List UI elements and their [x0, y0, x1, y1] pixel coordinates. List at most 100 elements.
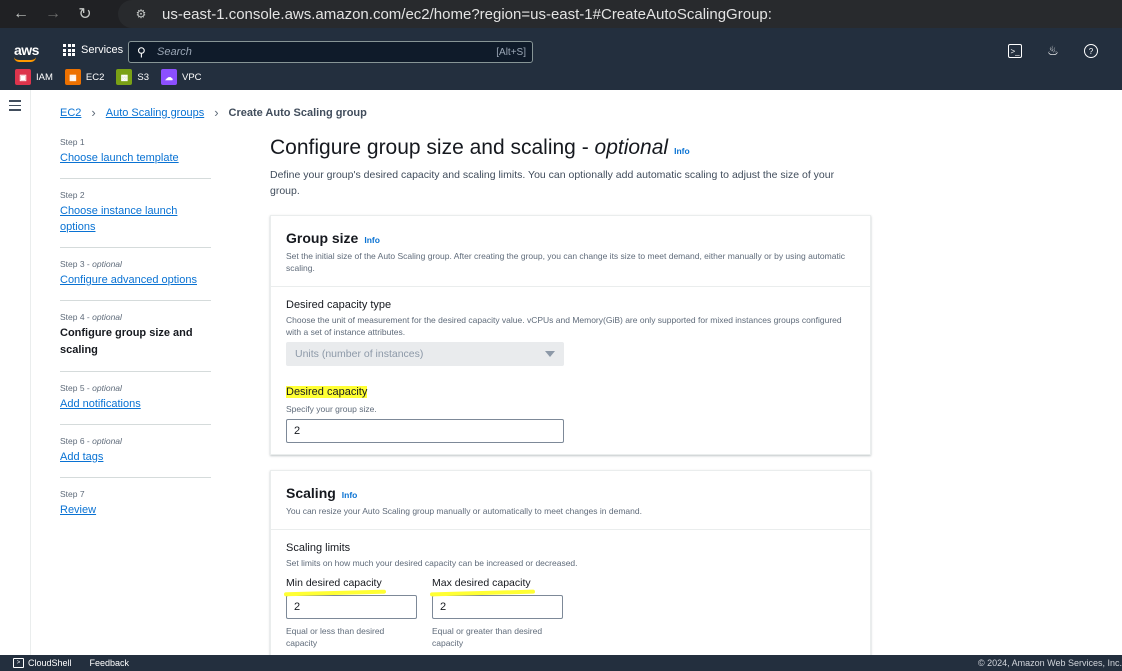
group-size-header: Group size Info Set the initial size of t… — [271, 216, 870, 287]
page-description: Define your group's desired capacity and… — [270, 169, 835, 197]
site-settings-icon[interactable]: ⚙ — [132, 5, 150, 23]
services-menu-button[interactable]: Services — [63, 44, 123, 56]
favorites-bar: ▣ IAM ▦ EC2 ▩ S3 ☁ VPC — [15, 69, 214, 85]
group-size-panel: Group size Info Set the initial size of t… — [270, 215, 871, 455]
breadcrumb-current: Create Auto Scaling group — [228, 106, 367, 119]
search-placeholder: Search — [157, 46, 192, 58]
feedback-button[interactable]: Feedback — [90, 658, 130, 668]
group-size-subtitle: Set the initial size of the Auto Scaling… — [286, 251, 845, 273]
favorite-s3[interactable]: ▩ S3 — [116, 69, 149, 85]
step-label: Step 3 - optional — [60, 259, 122, 269]
capacity-type-description: Choose the unit of measurement for the d… — [286, 315, 842, 337]
aws-logo[interactable]: aws — [14, 42, 39, 62]
step-label: Step 7 — [60, 489, 85, 499]
desired-capacity-label: Desired capacity — [286, 386, 368, 398]
cloudshell-icon[interactable]: >_ — [1008, 44, 1022, 58]
forward-arrow-icon[interactable]: → — [42, 3, 64, 25]
step-label: Step 4 - optional — [60, 312, 122, 322]
search-shortcut: [Alt+S] — [496, 46, 526, 58]
address-bar[interactable]: ⚙ us-east-1.console.aws.amazon.com/ec2/h… — [118, 0, 1122, 28]
max-capacity-input[interactable]: 2 — [432, 595, 563, 619]
services-label: Services — [81, 44, 124, 56]
menu-hamburger-icon[interactable] — [9, 100, 21, 114]
min-capacity-label: Min desired capacity — [283, 577, 386, 597]
scaling-limits-description: Set limits on how much your desired capa… — [286, 558, 578, 568]
search-input[interactable]: ⚲ Search [Alt+S] — [128, 41, 533, 63]
desired-capacity-input[interactable]: 2 — [286, 419, 564, 443]
favorite-iam[interactable]: ▣ IAM — [15, 69, 53, 85]
step-link-choose-instance-launch-options[interactable]: Choose instance launch options — [60, 203, 211, 235]
side-navigation-strip — [0, 90, 31, 655]
chevron-right-icon: › — [214, 105, 219, 120]
breadcrumb-ec2[interactable]: EC2 — [60, 107, 81, 119]
step-7: Step 7 Review — [60, 489, 211, 530]
step-6: Step 6 - optional Add tags — [60, 436, 211, 478]
step-link-choose-launch-template[interactable]: Choose launch template — [60, 150, 211, 166]
min-capacity-column: Min desired capacity 2 Equal or less tha… — [283, 573, 432, 649]
aws-top-navigation: aws Services ⚲ Search [Alt+S] >_ ♨ ? ▣ I… — [0, 28, 1122, 90]
cloudshell-footer-icon: > — [13, 658, 24, 668]
capacity-type-label: Desired capacity type — [286, 299, 392, 311]
help-icon[interactable]: ? — [1084, 44, 1098, 58]
page-title-optional: optional — [594, 136, 669, 159]
scaling-limits-label: Scaling limits — [286, 542, 351, 554]
page-info-link[interactable]: Info — [674, 146, 690, 156]
capacity-type-select: Units (number of instances) — [286, 342, 564, 366]
step-link-configure-advanced-options[interactable]: Configure advanced options — [60, 272, 211, 288]
step-link-add-notifications[interactable]: Add notifications — [60, 396, 211, 412]
min-capacity-input[interactable]: 2 — [286, 595, 417, 619]
min-capacity-hint: Equal or less than desired capacity — [286, 626, 385, 648]
favorite-label: S3 — [137, 71, 149, 83]
step-label: Step 1 — [60, 137, 85, 147]
console-footer: > CloudShell Feedback © 2024, Amazon Web… — [0, 655, 1122, 671]
notifications-bell-icon[interactable]: ♨ — [1046, 43, 1060, 58]
scaling-title: Scaling Info — [286, 485, 358, 501]
favorite-ec2[interactable]: ▦ EC2 — [64, 69, 104, 85]
back-arrow-icon[interactable]: ← — [10, 3, 32, 25]
s3-icon: ▩ — [116, 69, 133, 85]
step-5: Step 5 - optional Add notifications — [60, 383, 211, 425]
search-icon: ⚲ — [137, 45, 146, 59]
breadcrumb-auto-scaling-groups[interactable]: Auto Scaling groups — [106, 107, 204, 119]
page-title-text: Configure group size and scaling - — [270, 136, 595, 159]
aws-logo-text: aws — [14, 42, 39, 58]
step-label: Step 2 — [60, 190, 85, 200]
aws-smile-icon — [14, 57, 36, 62]
favorite-label: IAM — [36, 71, 53, 83]
copyright-text: © 2024, Amazon Web Services, Inc. or its — [977, 658, 1122, 668]
breadcrumb: EC2 › Auto Scaling groups › Create Auto … — [60, 105, 367, 120]
step-1: Step 1 Choose launch template — [60, 137, 211, 179]
page-title: Configure group size and scaling - optio… — [270, 136, 690, 160]
group-size-body: Desired capacity type Choose the unit of… — [271, 287, 870, 455]
scaling-panel: Scaling Info You can resize your Auto Sca… — [270, 470, 871, 660]
max-capacity-column: Max desired capacity 2 Equal or greater … — [429, 573, 578, 649]
iam-icon: ▣ — [15, 69, 31, 85]
caret-down-icon — [545, 351, 555, 357]
capacity-type-value: Units (number of instances) — [295, 348, 424, 360]
step-label: Step 5 - optional — [60, 383, 122, 393]
step-3: Step 3 - optional Configure advanced opt… — [60, 259, 211, 301]
step-4: Step 4 - optional Configure group size a… — [60, 312, 211, 372]
scaling-info-link[interactable]: Info — [342, 490, 358, 500]
desired-capacity-description: Specify your group size. — [286, 404, 377, 414]
favorite-vpc[interactable]: ☁ VPC — [161, 69, 202, 85]
vpc-icon: ☁ — [161, 69, 177, 85]
url-text: us-east-1.console.aws.amazon.com/ec2/hom… — [162, 5, 772, 23]
scaling-limits-row: Min desired capacity 2 Equal or less tha… — [283, 573, 855, 649]
group-size-info-link[interactable]: Info — [364, 235, 380, 245]
max-capacity-hint: Equal or greater than desired capacity — [432, 626, 543, 648]
favorite-label: VPC — [182, 71, 202, 83]
step-link-review[interactable]: Review — [60, 502, 211, 518]
step-link-add-tags[interactable]: Add tags — [60, 449, 211, 465]
cloudshell-button[interactable]: CloudShell — [28, 658, 72, 668]
reload-icon[interactable]: ↻ — [74, 3, 96, 25]
group-size-title: Group size Info — [286, 230, 380, 246]
scaling-subtitle: You can resize your Auto Scaling group m… — [286, 506, 642, 516]
ec2-icon: ▦ — [64, 69, 81, 85]
services-grid-icon — [63, 44, 75, 56]
scaling-header: Scaling Info You can resize your Auto Sca… — [271, 471, 870, 530]
step-2: Step 2 Choose instance launch options — [60, 190, 211, 248]
chevron-right-icon: › — [91, 105, 96, 120]
wizard-steps: Step 1 Choose launch template Step 2 Cho… — [60, 137, 211, 541]
scaling-body: Scaling limits Set limits on how much yo… — [271, 530, 870, 661]
